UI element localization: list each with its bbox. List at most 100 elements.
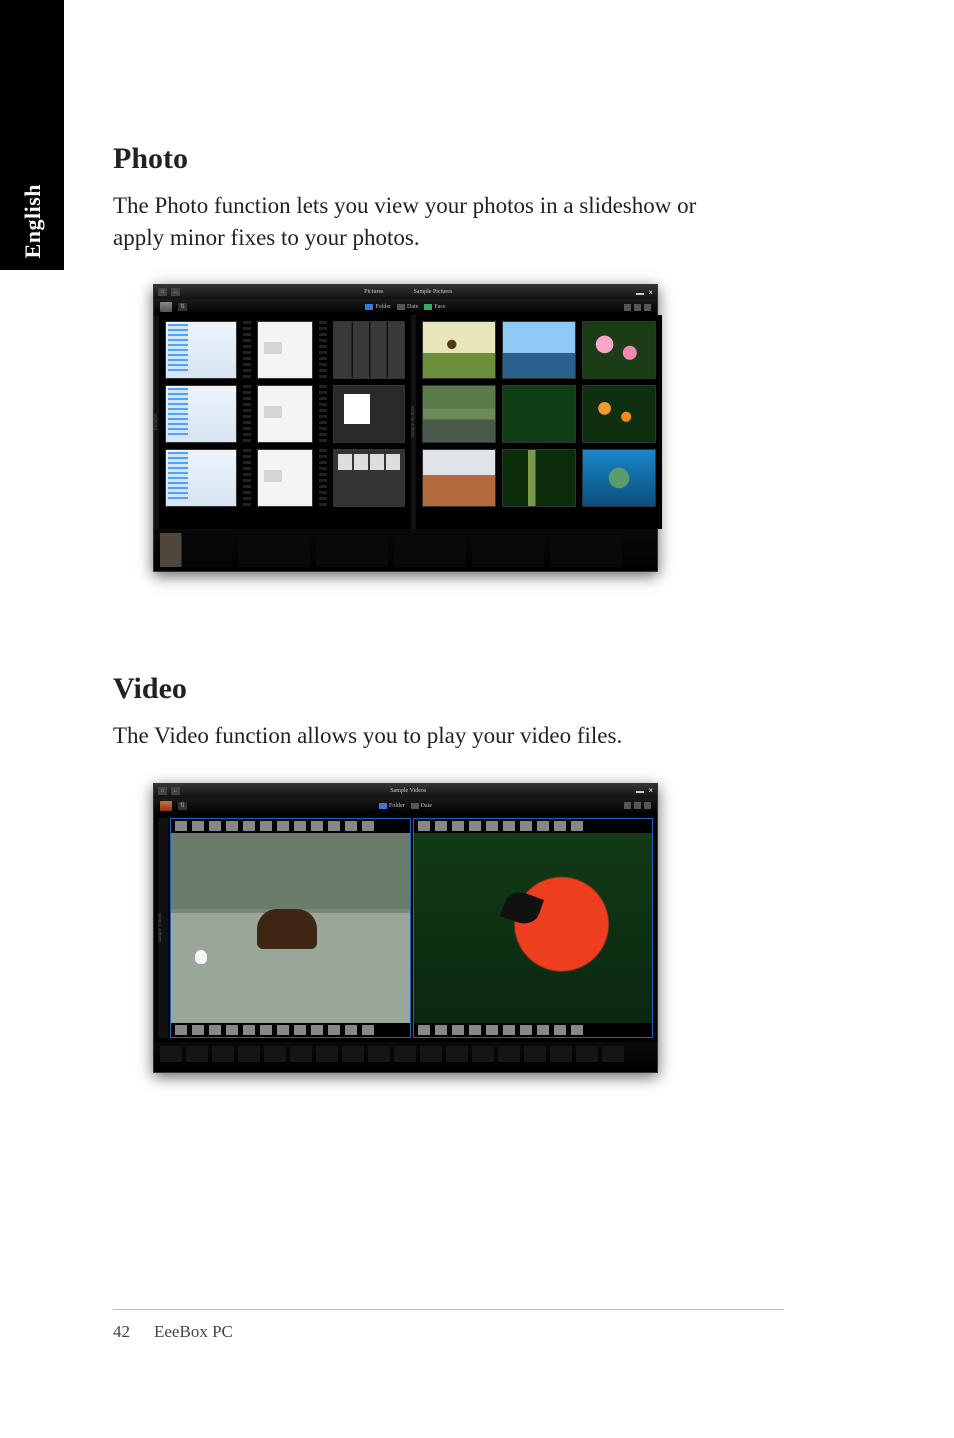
thumb-orange-flowers[interactable]	[582, 385, 656, 443]
titlebar-label-videos: Sample Videos	[390, 788, 426, 794]
folder-label: Folder	[389, 803, 405, 809]
thumb-explorer[interactable]	[165, 449, 237, 507]
view-medium-icon[interactable]	[634, 304, 641, 311]
language-tab: English	[0, 0, 64, 270]
home-icon[interactable]: ⌂	[158, 288, 167, 296]
thumb-dimmed[interactable]	[420, 1046, 442, 1062]
thumb-windows[interactable]	[333, 449, 405, 507]
photo-main-area: Pictures	[154, 315, 657, 529]
thumb-dimmed[interactable]	[160, 1046, 182, 1062]
thumb-jungle[interactable]	[502, 385, 576, 443]
photo-app-screenshot: ⌂ ← Pictures Sample Pictures × ⇅	[153, 284, 658, 572]
thumb-dimmed[interactable]	[576, 1046, 598, 1062]
calendar-icon	[397, 304, 405, 310]
view-large-icon[interactable]	[644, 802, 651, 809]
page-footer: 42 EeeBox PC	[113, 1322, 233, 1342]
sort-icon[interactable]: ⇅	[178, 802, 187, 810]
thumb-dimmed[interactable]	[238, 533, 310, 567]
home-icon[interactable]: ⌂	[158, 787, 167, 795]
page-content: Photo The Photo function lets you view y…	[113, 142, 784, 1073]
thumb-forest-path[interactable]	[502, 449, 576, 507]
thumb-folder-view[interactable]	[257, 321, 313, 379]
thumb-folder-view[interactable]	[257, 385, 313, 443]
back-icon[interactable]: ←	[171, 288, 180, 296]
folder-label: Folder	[375, 304, 391, 310]
photo-bottom-strip	[154, 529, 657, 571]
thumb-panels[interactable]	[333, 321, 405, 379]
view-large-icon[interactable]	[644, 304, 651, 311]
view-mode-buttons[interactable]	[624, 802, 651, 809]
view-small-icon[interactable]	[624, 802, 631, 809]
app-logo-icon	[160, 801, 172, 811]
thumb-pink-flowers[interactable]	[582, 321, 656, 379]
thumb-dimmed[interactable]	[186, 1046, 208, 1062]
video-section-body: The Video function allows you to play yo…	[113, 720, 753, 752]
thumb-dimmed[interactable]	[550, 533, 622, 567]
thumb-dimmed[interactable]	[316, 533, 388, 567]
thumb-explorer[interactable]	[165, 385, 237, 443]
thumb-document[interactable]	[333, 385, 405, 443]
thumb-dimmed[interactable]	[394, 1046, 416, 1062]
side-label-sample: Sample Pictures	[411, 315, 416, 529]
thumb-dimmed[interactable]	[238, 1046, 260, 1062]
date-button[interactable]: Date	[411, 803, 432, 809]
thumb-dimmed[interactable]	[524, 1046, 546, 1062]
thumb-dimmed[interactable]	[290, 1046, 312, 1062]
date-label: Date	[421, 803, 432, 809]
thumb-dimmed[interactable]	[394, 533, 466, 567]
thumb-dimmed[interactable]	[472, 533, 544, 567]
spiral-divider	[243, 385, 251, 443]
thumb-dimmed[interactable]	[212, 1046, 234, 1062]
language-label: English	[18, 184, 46, 258]
folder-icon	[379, 803, 387, 809]
side-label-pictures: Pictures	[154, 315, 159, 529]
video-bottom-strip	[154, 1042, 657, 1072]
spiral-divider	[319, 449, 327, 507]
thumb-dimmed[interactable]	[550, 1046, 572, 1062]
footer-rule	[113, 1309, 784, 1310]
video-thumb-butterfly[interactable]	[413, 818, 654, 1038]
video-frame-butterfly	[414, 833, 653, 1023]
video-thumb-bear[interactable]	[170, 818, 411, 1038]
thumb-folder-view[interactable]	[257, 449, 313, 507]
thumb-dimmed[interactable]	[264, 1046, 286, 1062]
thumb-dimmed[interactable]	[342, 1046, 364, 1062]
thumb-landscape-tree[interactable]	[422, 321, 496, 379]
spiral-divider	[243, 321, 251, 379]
sort-icon[interactable]: ⇅	[178, 303, 187, 311]
folder-button[interactable]: Folder	[379, 803, 405, 809]
thumb-dimmed[interactable]	[472, 1046, 494, 1062]
face-button[interactable]: Face	[424, 304, 445, 310]
view-small-icon[interactable]	[624, 304, 631, 311]
photo-row	[422, 385, 656, 443]
photo-row	[165, 385, 405, 443]
video-app-screenshot: ⌂ ← Sample Videos × ⇅ Folder	[153, 783, 658, 1073]
date-button[interactable]: Date	[397, 304, 418, 310]
video-main-area: Sample Videos	[154, 814, 657, 1042]
thumb-face-dimmed[interactable]	[160, 533, 232, 567]
minimize-icon[interactable]	[636, 791, 644, 793]
thumb-sea-turtle[interactable]	[582, 449, 656, 507]
thumb-dimmed[interactable]	[602, 1046, 624, 1062]
minimize-icon[interactable]	[636, 293, 644, 295]
view-medium-icon[interactable]	[634, 802, 641, 809]
thumb-river[interactable]	[422, 385, 496, 443]
spiral-divider	[319, 385, 327, 443]
view-mode-buttons[interactable]	[624, 304, 651, 311]
thumb-mountain[interactable]	[502, 321, 576, 379]
thumb-dimmed[interactable]	[368, 1046, 390, 1062]
calendar-icon	[411, 803, 419, 809]
thumb-monument-valley[interactable]	[422, 449, 496, 507]
film-sprockets-top	[414, 819, 653, 833]
folder-button[interactable]: Folder	[365, 304, 391, 310]
page-number: 42	[113, 1322, 130, 1342]
app-logo-icon	[160, 302, 172, 312]
close-icon[interactable]: ×	[648, 786, 653, 795]
thumb-explorer[interactable]	[165, 321, 237, 379]
close-icon[interactable]: ×	[648, 288, 653, 297]
back-icon[interactable]: ←	[171, 787, 180, 795]
thumb-dimmed[interactable]	[446, 1046, 468, 1062]
thumb-dimmed[interactable]	[498, 1046, 520, 1062]
titlebar-center: Pictures Sample Pictures	[364, 289, 452, 295]
thumb-dimmed[interactable]	[316, 1046, 338, 1062]
